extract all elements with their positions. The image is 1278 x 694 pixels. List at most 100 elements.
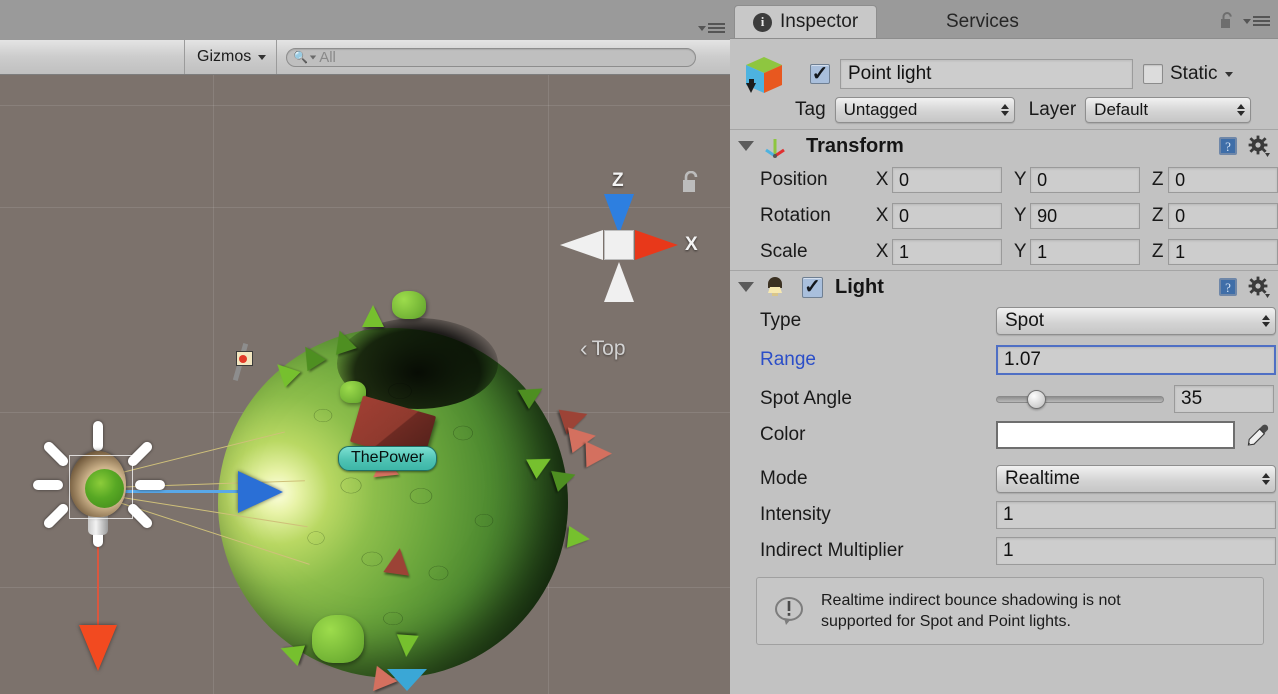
- gear-icon[interactable]: [1248, 276, 1270, 298]
- indirect-multiplier-label: Indirect Multiplier: [760, 540, 904, 561]
- gameobject-enabled-checkbox[interactable]: ✓: [810, 64, 830, 84]
- gameobject-name-input[interactable]: Point light: [840, 59, 1133, 89]
- transform-rotation-row: Rotation X 0 Y 90 Z 0: [730, 198, 1278, 234]
- transform-title: Transform: [806, 134, 904, 157]
- scale-x-input[interactable]: 1: [891, 239, 1002, 265]
- rotation-z-input[interactable]: 0: [1168, 203, 1278, 229]
- axis-cone-negative-z[interactable]: [604, 262, 634, 302]
- transform-header[interactable]: Transform ?: [730, 130, 1278, 162]
- axis-label-y: Y: [1013, 169, 1027, 190]
- axis-cone-z[interactable]: [604, 194, 634, 234]
- inspector-tab-actions: [1219, 12, 1270, 30]
- range-label[interactable]: Range: [760, 349, 996, 371]
- gear-icon[interactable]: [1248, 135, 1270, 157]
- light-gizmo-icon[interactable]: [33, 421, 165, 547]
- grid-line: [213, 75, 214, 694]
- tag-dropdown[interactable]: Untagged: [834, 97, 1015, 123]
- axis-arrow-blue-icon[interactable]: [238, 471, 283, 513]
- position-z-input[interactable]: 0: [1168, 167, 1278, 193]
- layer-dropdown[interactable]: Default: [1085, 97, 1252, 123]
- menu-lines-icon: [1253, 16, 1270, 26]
- triangle-down-icon[interactable]: [738, 282, 754, 292]
- unity-editor-window: Gizmos 🔍 All ThePower Z X ‹ Top i Inspec…: [0, 0, 1278, 694]
- component-transform: Transform ? Position X 0 Y 0 Z 0 Rotatio…: [730, 130, 1278, 271]
- tag-value: Untagged: [843, 100, 918, 119]
- light-mode-value: Realtime: [1005, 468, 1080, 489]
- rotation-x-input[interactable]: 0: [891, 203, 1002, 229]
- spot-angle-label: Spot Angle: [760, 388, 852, 409]
- light-header-icons: ?: [1217, 276, 1270, 298]
- transform-header-icons: ?: [1217, 135, 1270, 157]
- scene-prop-roof: [383, 546, 413, 576]
- tab-services[interactable]: Services: [928, 5, 1037, 38]
- position-x-input[interactable]: 0: [891, 167, 1002, 193]
- scene-axis-gizmo[interactable]: Z X ‹ Top: [556, 170, 716, 370]
- checkmark-icon: ✓: [811, 63, 829, 85]
- help-book-icon[interactable]: ?: [1217, 135, 1239, 157]
- rotation-y-input[interactable]: 90: [1030, 203, 1140, 229]
- light-header[interactable]: ✓ Light ?: [730, 271, 1278, 303]
- axis-label-y: Y: [1013, 205, 1027, 226]
- object-name-label[interactable]: ThePower: [338, 446, 437, 471]
- light-enabled-checkbox[interactable]: ✓: [802, 276, 823, 298]
- light-type-dropdown[interactable]: Spot: [996, 307, 1276, 335]
- scene-view-mode-label[interactable]: ‹ Top: [580, 335, 626, 362]
- tab-inspector[interactable]: i Inspector: [734, 5, 878, 38]
- axis-cone-negative-x[interactable]: [560, 230, 603, 260]
- search-icon: 🔍: [293, 50, 309, 64]
- position-y-input[interactable]: 0: [1030, 167, 1140, 193]
- light-mode-dropdown[interactable]: Realtime: [996, 465, 1276, 493]
- spot-angle-input[interactable]: 35: [1174, 385, 1274, 413]
- toolbar-left-spacer: [0, 40, 185, 74]
- tag-label: Tag: [795, 99, 826, 120]
- slider-knob[interactable]: [1027, 389, 1046, 409]
- chevron-left-icon: ‹: [580, 335, 588, 361]
- scale-y-input[interactable]: 1: [1030, 239, 1140, 265]
- axis-label-x: X: [875, 205, 889, 226]
- triangle-down-icon[interactable]: [738, 141, 754, 151]
- warning-speech-icon: [771, 593, 807, 629]
- scale-label: Scale: [760, 241, 808, 262]
- axis-cone-x[interactable]: [635, 230, 678, 260]
- inspector-body: ✓ Point light Static Tag Untagged Layer …: [730, 38, 1278, 694]
- lock-open-icon[interactable]: [680, 171, 702, 195]
- tab-services-label: Services: [946, 10, 1019, 32]
- axis-arrow-red-icon[interactable]: [79, 625, 117, 671]
- helpbox-text: Realtime indirect bounce shadowing is no…: [821, 590, 1121, 632]
- inspector-panel: i Inspector Services ✓ Point light Stati…: [730, 0, 1278, 694]
- axis-center-cube[interactable]: [604, 230, 634, 260]
- panel-options-icon[interactable]: [698, 23, 725, 36]
- updown-arrows-icon: [1000, 104, 1009, 116]
- gameobject-name-row: ✓ Point light Static: [810, 59, 1233, 89]
- eyedropper-icon[interactable]: [1243, 421, 1271, 449]
- static-checkbox[interactable]: [1143, 64, 1163, 84]
- light-indirect-row: Indirect Multiplier 1: [730, 533, 1278, 569]
- transform-axis-icon: [762, 133, 788, 159]
- scene-viewport[interactable]: ThePower Z X ‹ Top: [0, 75, 730, 694]
- scale-z-input[interactable]: 1: [1168, 239, 1278, 265]
- indirect-multiplier-input[interactable]: 1: [996, 537, 1276, 565]
- gizmos-label: Gizmos: [197, 48, 252, 65]
- prefab-cube-icon[interactable]: [740, 53, 788, 101]
- light-color-swatch[interactable]: [996, 421, 1235, 449]
- chevron-down-icon[interactable]: [1224, 71, 1233, 77]
- gizmos-dropdown[interactable]: Gizmos: [185, 40, 278, 74]
- slider-track: [996, 395, 1164, 403]
- intensity-input[interactable]: 1: [996, 501, 1276, 529]
- panel-options-icon[interactable]: [1243, 16, 1270, 26]
- info-icon: i: [753, 12, 772, 32]
- layer-value: Default: [1094, 100, 1149, 119]
- chevron-down-icon: [1243, 18, 1251, 24]
- range-input[interactable]: 1.07: [996, 345, 1276, 375]
- light-bulb-icon: [762, 274, 788, 300]
- spot-angle-slider[interactable]: [996, 387, 1164, 411]
- light-warning-helpbox: Realtime indirect bounce shadowing is no…: [756, 577, 1264, 645]
- light-type-row: Type Spot: [730, 303, 1278, 339]
- intensity-label: Intensity: [760, 504, 831, 525]
- lock-open-icon[interactable]: [1219, 12, 1235, 30]
- help-book-icon[interactable]: ?: [1217, 276, 1239, 298]
- scene-search-input[interactable]: 🔍 All: [286, 47, 697, 67]
- menu-lines-icon: [708, 23, 725, 33]
- checkmark-icon: ✓: [804, 276, 821, 298]
- light-spotangle-row: Spot Angle 35: [730, 381, 1278, 417]
